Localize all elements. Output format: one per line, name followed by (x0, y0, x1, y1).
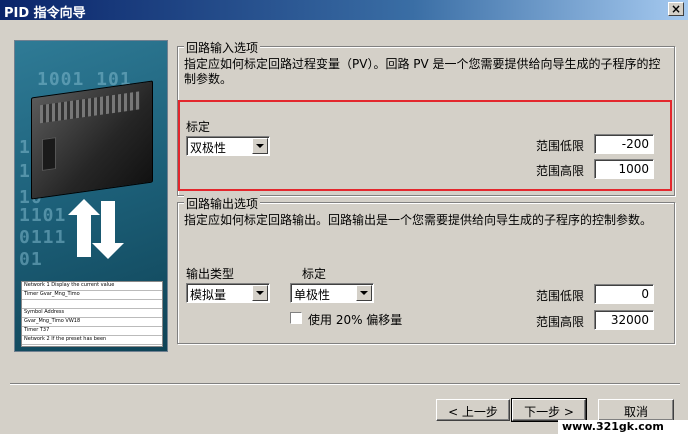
input-scaling-value: 双极性 (190, 141, 227, 155)
chevron-down-icon[interactable] (252, 138, 268, 154)
offset-checkbox[interactable] (290, 312, 302, 324)
output-scaling-select[interactable]: 单极性 (290, 283, 374, 303)
bottom-separator (10, 383, 680, 385)
input-high-label: 范围高限 (536, 164, 585, 178)
ladder-row: Network 1 Display the current value (22, 282, 162, 291)
title-bar: PID 指令向导 × (0, 0, 688, 21)
output-type-select[interactable]: 模拟量 (186, 283, 270, 303)
ladder-row: Timer Gvar_Mng_Timo (22, 291, 162, 300)
chevron-down-icon[interactable] (252, 285, 268, 301)
offset-checkbox-label: 使用 20% 偏移量 (308, 313, 403, 327)
ladder-row: Symbol Address (22, 309, 162, 318)
ladder-row (22, 300, 162, 309)
loop-output-title: 回路输出选项 (184, 195, 261, 212)
ladder-row: Gvar_Mng_Timo VW18 (22, 318, 162, 327)
input-low-label: 范围低限 (536, 139, 585, 153)
output-high-field[interactable]: 32000 (594, 310, 654, 330)
output-high-label: 范围高限 (536, 315, 585, 329)
binary-text: 01 (19, 249, 43, 270)
close-button[interactable]: × (668, 2, 684, 16)
input-scaling-select[interactable]: 双极性 (186, 136, 270, 156)
arrow-up-icon (68, 199, 100, 257)
plc-terminals (40, 91, 140, 124)
plc-panel (42, 137, 56, 172)
input-low-field[interactable]: -200 (594, 134, 654, 154)
output-scaling-value: 单极性 (294, 288, 331, 302)
output-type-label: 输出类型 (186, 267, 235, 281)
wizard-illustration: 1001 101 10 01 10 10 1101 0111 01 Networ… (14, 40, 168, 352)
binary-text: 0111 (19, 227, 67, 248)
cancel-button[interactable]: 取消 (598, 399, 674, 421)
arrow-down-icon (92, 201, 124, 259)
loop-input-title: 回路输入选项 (184, 39, 261, 56)
watermark-text: www.321gk.com (558, 420, 688, 434)
plc-device-image (31, 80, 153, 200)
loop-output-description: 指定应如何标定回路输出。回路输出是一个您需要提供给向导生成的子程序的控制参数。 (184, 213, 653, 227)
output-low-field[interactable]: 0 (594, 284, 654, 304)
input-high-field[interactable]: 1000 (594, 159, 654, 179)
chevron-down-icon[interactable] (356, 285, 372, 301)
binary-text: 1101 (19, 205, 67, 226)
output-scaling-label: 标定 (302, 267, 327, 281)
window-title: PID 指令向导 (4, 6, 86, 21)
ladder-diagram-image: Network 1 Display the current value Time… (21, 281, 163, 347)
input-scaling-label: 标定 (186, 120, 211, 134)
ladder-row: Network 2 If the preset has been (22, 336, 162, 345)
next-button[interactable]: 下一步 > (511, 398, 587, 422)
loop-input-description: 指定应如何标定回路过程变量（PV）。回路 PV 是一个您需要提供给向导生成的子程… (184, 57, 661, 86)
output-low-label: 范围低限 (536, 289, 585, 303)
prev-button[interactable]: < 上一步 (436, 399, 510, 421)
output-type-value: 模拟量 (190, 288, 227, 302)
ladder-row: Timer T37 (22, 327, 162, 336)
